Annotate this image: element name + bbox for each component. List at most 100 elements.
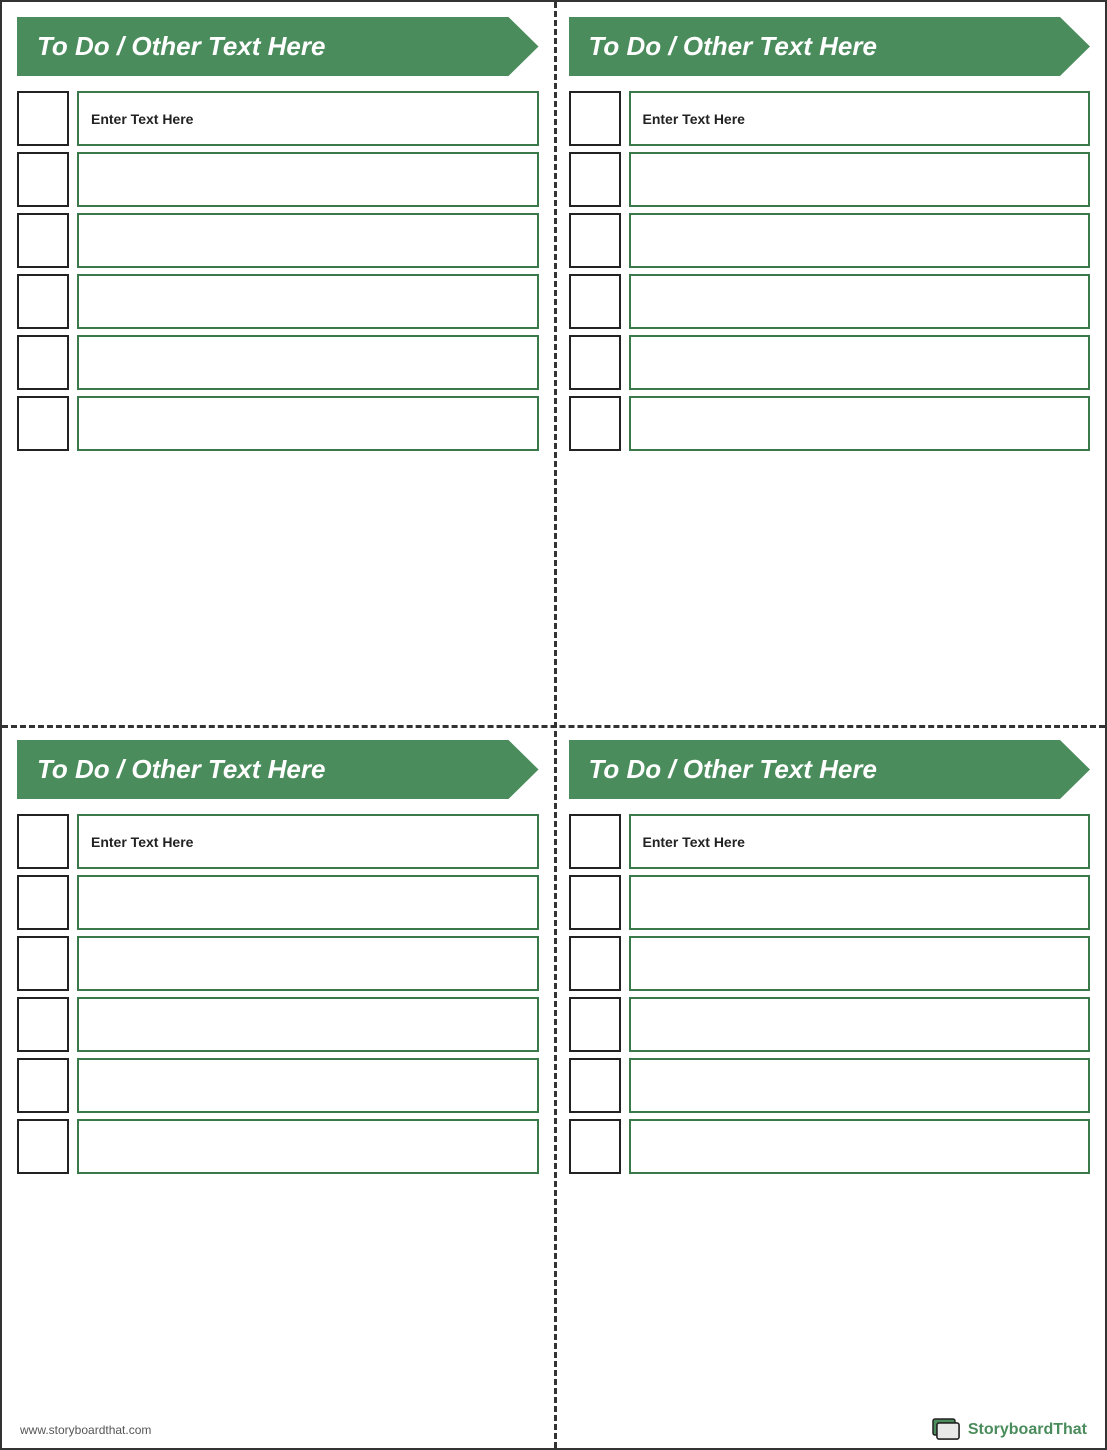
checkbox[interactable] (17, 1058, 69, 1113)
checklist-row (569, 1119, 1091, 1174)
checklist-row: Enter Text Here (17, 91, 539, 146)
text-field[interactable] (77, 1058, 539, 1113)
storyboardthat-icon (932, 1418, 962, 1442)
text-field-label: Enter Text Here (643, 111, 745, 127)
checklist-row (569, 213, 1091, 268)
checklist-row (569, 335, 1091, 390)
banner-top-right: To Do / Other Text Here (569, 17, 1091, 76)
checkbox[interactable] (569, 1058, 621, 1113)
text-field[interactable] (77, 152, 539, 207)
checklist-row (569, 152, 1091, 207)
text-field[interactable] (629, 396, 1091, 451)
checklist-row (569, 396, 1091, 451)
footer-logo-text: StoryboardThat (968, 1421, 1087, 1439)
text-field[interactable]: Enter Text Here (77, 814, 539, 869)
checkbox[interactable] (569, 91, 621, 146)
checklist-row (569, 1058, 1091, 1113)
text-field[interactable] (629, 335, 1091, 390)
footer-url: www.storyboardthat.com (20, 1423, 151, 1437)
checkbox[interactable] (17, 1119, 69, 1174)
page-wrapper: To Do / Other Text Here Enter Text Here (0, 0, 1107, 1450)
checklist-row (17, 335, 539, 390)
text-field[interactable] (77, 213, 539, 268)
text-field[interactable] (629, 875, 1091, 930)
checkbox[interactable] (569, 875, 621, 930)
text-field[interactable] (77, 274, 539, 329)
text-field[interactable] (77, 997, 539, 1052)
text-field[interactable] (629, 274, 1091, 329)
text-field[interactable] (77, 1119, 539, 1174)
text-field-label: Enter Text Here (91, 834, 193, 850)
checklist-row (569, 274, 1091, 329)
checkbox[interactable] (569, 1119, 621, 1174)
text-field[interactable] (77, 875, 539, 930)
banner-title-top-left: To Do / Other Text Here (37, 31, 325, 62)
checkbox[interactable] (17, 814, 69, 869)
checklist-row (569, 936, 1091, 991)
text-field[interactable] (77, 936, 539, 991)
checkbox[interactable] (569, 936, 621, 991)
checklist-row: Enter Text Here (569, 91, 1091, 146)
text-field[interactable] (629, 213, 1091, 268)
quadrant-bottom-left: To Do / Other Text Here Enter Text Here (2, 725, 554, 1448)
text-field[interactable]: Enter Text Here (629, 814, 1091, 869)
checkbox[interactable] (569, 152, 621, 207)
checklist-row (17, 1119, 539, 1174)
checklist-row (569, 997, 1091, 1052)
text-field[interactable] (629, 1119, 1091, 1174)
checkbox[interactable] (569, 274, 621, 329)
checklist-row (17, 875, 539, 930)
banner-bottom-left: To Do / Other Text Here (17, 740, 539, 799)
banner-title-bottom-right: To Do / Other Text Here (589, 754, 877, 785)
checklist-row (569, 875, 1091, 930)
text-field[interactable]: Enter Text Here (77, 91, 539, 146)
text-field[interactable] (77, 396, 539, 451)
banner-title-top-right: To Do / Other Text Here (589, 31, 877, 62)
banner-title-bottom-left: To Do / Other Text Here (37, 754, 325, 785)
footer-logo-storyboard: Storyboard (968, 1421, 1053, 1438)
text-field[interactable] (629, 1058, 1091, 1113)
horizontal-divider (2, 725, 1105, 728)
text-field[interactable] (629, 936, 1091, 991)
quadrant-top-right: To Do / Other Text Here Enter Text Here (554, 2, 1106, 725)
checklist-row: Enter Text Here (17, 814, 539, 869)
checkbox[interactable] (569, 213, 621, 268)
checklist-row: Enter Text Here (569, 814, 1091, 869)
text-field[interactable] (629, 997, 1091, 1052)
text-field-label: Enter Text Here (643, 834, 745, 850)
checklist-bottom-left: Enter Text Here (2, 809, 554, 1448)
checkbox[interactable] (569, 997, 621, 1052)
text-field[interactable]: Enter Text Here (629, 91, 1091, 146)
footer: www.storyboardthat.com StoryboardThat (2, 1418, 1105, 1442)
banner-top-left: To Do / Other Text Here (17, 17, 539, 76)
text-field[interactable] (77, 335, 539, 390)
banner-bottom-right: To Do / Other Text Here (569, 740, 1091, 799)
quadrant-bottom-right: To Do / Other Text Here Enter Text Here (554, 725, 1106, 1448)
checkbox[interactable] (17, 152, 69, 207)
checklist-row (17, 274, 539, 329)
checkbox[interactable] (17, 875, 69, 930)
checklist-row (17, 152, 539, 207)
checklist-row (17, 936, 539, 991)
checkbox[interactable] (17, 274, 69, 329)
checklist-bottom-right: Enter Text Here (554, 809, 1106, 1448)
checkbox[interactable] (569, 335, 621, 390)
checkbox[interactable] (17, 997, 69, 1052)
checkbox[interactable] (17, 396, 69, 451)
checkbox[interactable] (17, 91, 69, 146)
checklist-top-right: Enter Text Here (554, 86, 1106, 725)
checklist-row (17, 213, 539, 268)
footer-logo: StoryboardThat (932, 1418, 1087, 1442)
checkbox[interactable] (569, 814, 621, 869)
text-field-label: Enter Text Here (91, 111, 193, 127)
checkbox[interactable] (569, 396, 621, 451)
checkbox[interactable] (17, 335, 69, 390)
checklist-row (17, 1058, 539, 1113)
checklist-top-left: Enter Text Here (2, 86, 554, 725)
checkbox[interactable] (17, 213, 69, 268)
quadrant-top-left: To Do / Other Text Here Enter Text Here (2, 2, 554, 725)
text-field[interactable] (629, 152, 1091, 207)
checklist-row (17, 997, 539, 1052)
footer-logo-that: That (1053, 1421, 1087, 1438)
checkbox[interactable] (17, 936, 69, 991)
